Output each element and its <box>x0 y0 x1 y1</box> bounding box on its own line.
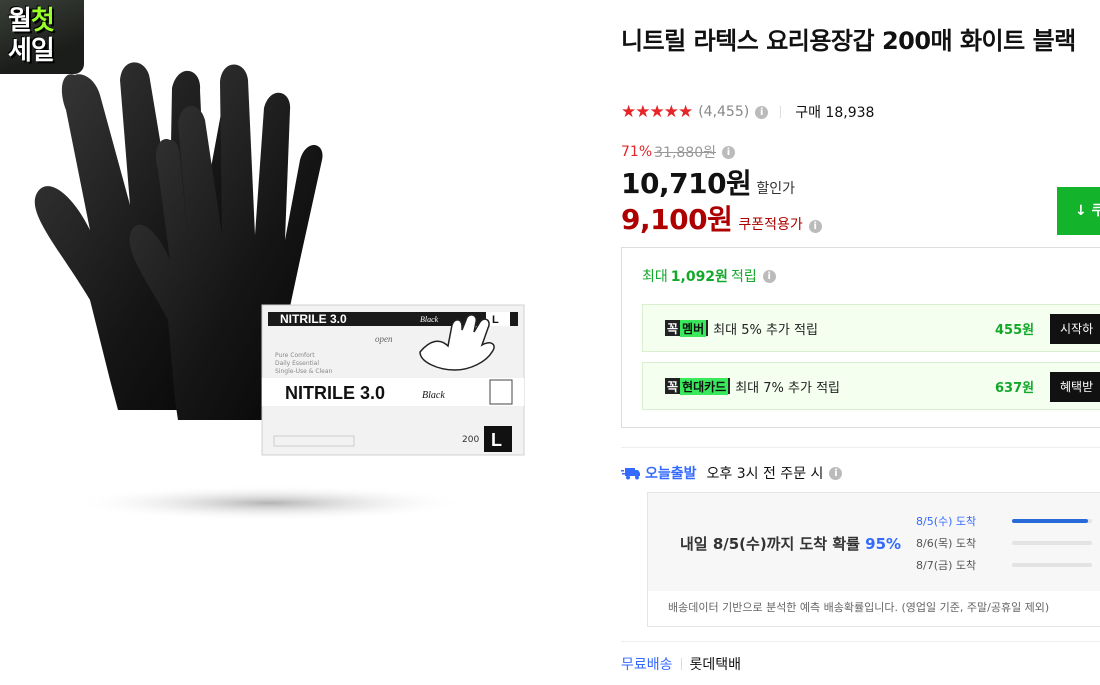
divider <box>621 447 1100 448</box>
reward-title: 최대 1,092원 적립 i <box>642 266 776 286</box>
download-coupon-button[interactable]: ↓ 쿠 <box>1057 187 1100 235</box>
box-size-top: L <box>492 314 499 326</box>
box-variant-main: Black <box>422 390 445 401</box>
reward-amount: 637원 <box>995 380 1035 396</box>
original-price: 31,880원 <box>654 145 716 161</box>
sale-price: 10,710원 <box>621 167 752 200</box>
sale-badge-line2: 세일 <box>8 36 55 66</box>
eta-percent: 95% <box>865 535 902 553</box>
divider <box>680 658 682 670</box>
info-icon[interactable]: i <box>808 220 822 233</box>
box-size-main: L <box>491 430 502 450</box>
coupon-price-label: 쿠폰적용가 <box>738 217 803 233</box>
info-icon[interactable]: i <box>722 145 735 159</box>
box-brand-top: NITRILE 3.0 <box>280 312 347 326</box>
product-detail-panel: 니트릴 라텍스 요리용장갑 200매 화이트 블랙 ★★★★★ (4,455) … <box>621 0 1100 685</box>
eta-line: 8/7(금) 도착 <box>916 559 977 572</box>
discount-rate: 71% <box>621 144 653 160</box>
delivery-row: 오늘출발 오후 3시 전 주문 시 i <box>621 463 843 483</box>
free-shipping-label: 무료배송 <box>621 657 673 673</box>
box-variant-top: Black <box>420 315 439 324</box>
purchase-count: 구매 18,938 <box>795 105 875 121</box>
box-feature-1: Pure Comfort <box>275 352 315 359</box>
reward-box: 최대 1,092원 적립 i 꼭 멤버 최대 5% 추가 적립 455원 시작하 … <box>621 247 1100 428</box>
product-title: 니트릴 라텍스 요리용장갑 200매 화이트 블랙 <box>621 27 1076 55</box>
discount-row: 71% 31,880원 i <box>621 142 735 162</box>
divider <box>621 641 1100 642</box>
coupon-price-row: 9,100원 쿠폰적용가 i <box>621 198 822 238</box>
today-shipping-label: 오늘출발 <box>645 466 697 482</box>
eta-note: 배송데이터 기반으로 분석한 예측 배송확률입니다. (영업일 기준, 주말/공… <box>668 601 1050 614</box>
product-image-area: NITRILE 3.0 Black L open Pure Comfort Da… <box>0 0 560 685</box>
reward-item-card: 꼭 현대카드 최대 7% 추가 적립 637원 혜택받 <box>642 362 1100 410</box>
reward-desc: 최대 5% 추가 적립 <box>713 322 818 338</box>
sale-price-label: 할인가 <box>756 181 795 197</box>
eta-main: 내일 8/5(수)까지 도착 확률 95% 8/5(수) 도착 8/6(목) 도… <box>648 493 1100 591</box>
review-count-link[interactable]: (4,455) <box>698 104 749 120</box>
info-icon[interactable]: i <box>762 269 776 283</box>
sale-price-row: 10,710원 할인가 <box>621 162 795 202</box>
product-image[interactable]: NITRILE 3.0 Black L open Pure Comfort Da… <box>0 0 560 685</box>
kkok-badge: 꼭 멤버 <box>665 319 709 337</box>
eta-line: 8/6(목) 도착 <box>916 537 977 550</box>
eta-bar <box>1012 563 1092 567</box>
product-box: NITRILE 3.0 Black L open Pure Comfort Da… <box>261 304 525 456</box>
reward-item-member: 꼭 멤버 최대 5% 추가 적립 455원 시작하 <box>642 304 1100 352</box>
box-feature-2: Daily Essential <box>275 360 319 367</box>
divider <box>780 106 782 118</box>
eta-bar <box>1012 541 1092 545</box>
eta-headline: 내일 8/5(수)까지 도착 확률 95% <box>680 535 902 553</box>
info-icon[interactable]: i <box>755 105 769 119</box>
eta-line: 8/5(수) 도착 <box>916 515 977 528</box>
star-rating[interactable]: ★★★★★ <box>621 102 693 122</box>
reward-max-amount: 1,092원 <box>670 269 728 285</box>
delivery-eta-box: 내일 8/5(수)까지 도착 확률 95% 8/5(수) 도착 8/6(목) 도… <box>647 492 1100 627</box>
start-member-button[interactable]: 시작하 <box>1050 314 1100 344</box>
box-feature-3: Single-Use & Clean <box>275 368 333 375</box>
info-icon[interactable]: i <box>829 466 843 480</box>
carrier-name: 롯데택배 <box>689 657 742 673</box>
eta-bar <box>1012 519 1092 523</box>
rating-row: ★★★★★ (4,455) i 구매 18,938 <box>621 102 874 122</box>
reward-desc: 최대 7% 추가 적립 <box>735 380 840 396</box>
sale-badge-line1: 월첫 <box>8 6 55 36</box>
coupon-price: 9,100원 <box>621 203 733 236</box>
truck-icon <box>621 468 640 480</box>
box-brand-main: NITRILE 3.0 <box>285 383 385 403</box>
box-count: 200 <box>462 435 479 445</box>
box-open-text: open <box>375 334 393 344</box>
shipping-row: 무료배송 롯데택배 <box>621 654 741 674</box>
get-benefit-button[interactable]: 혜택받 <box>1050 372 1100 402</box>
delivery-condition: 오후 3시 전 주문 시 <box>706 466 824 482</box>
kkok-badge: 꼭 현대카드 <box>665 377 731 395</box>
reward-amount: 455원 <box>995 322 1035 338</box>
monthly-sale-badge: 월첫 세일 <box>0 0 84 74</box>
